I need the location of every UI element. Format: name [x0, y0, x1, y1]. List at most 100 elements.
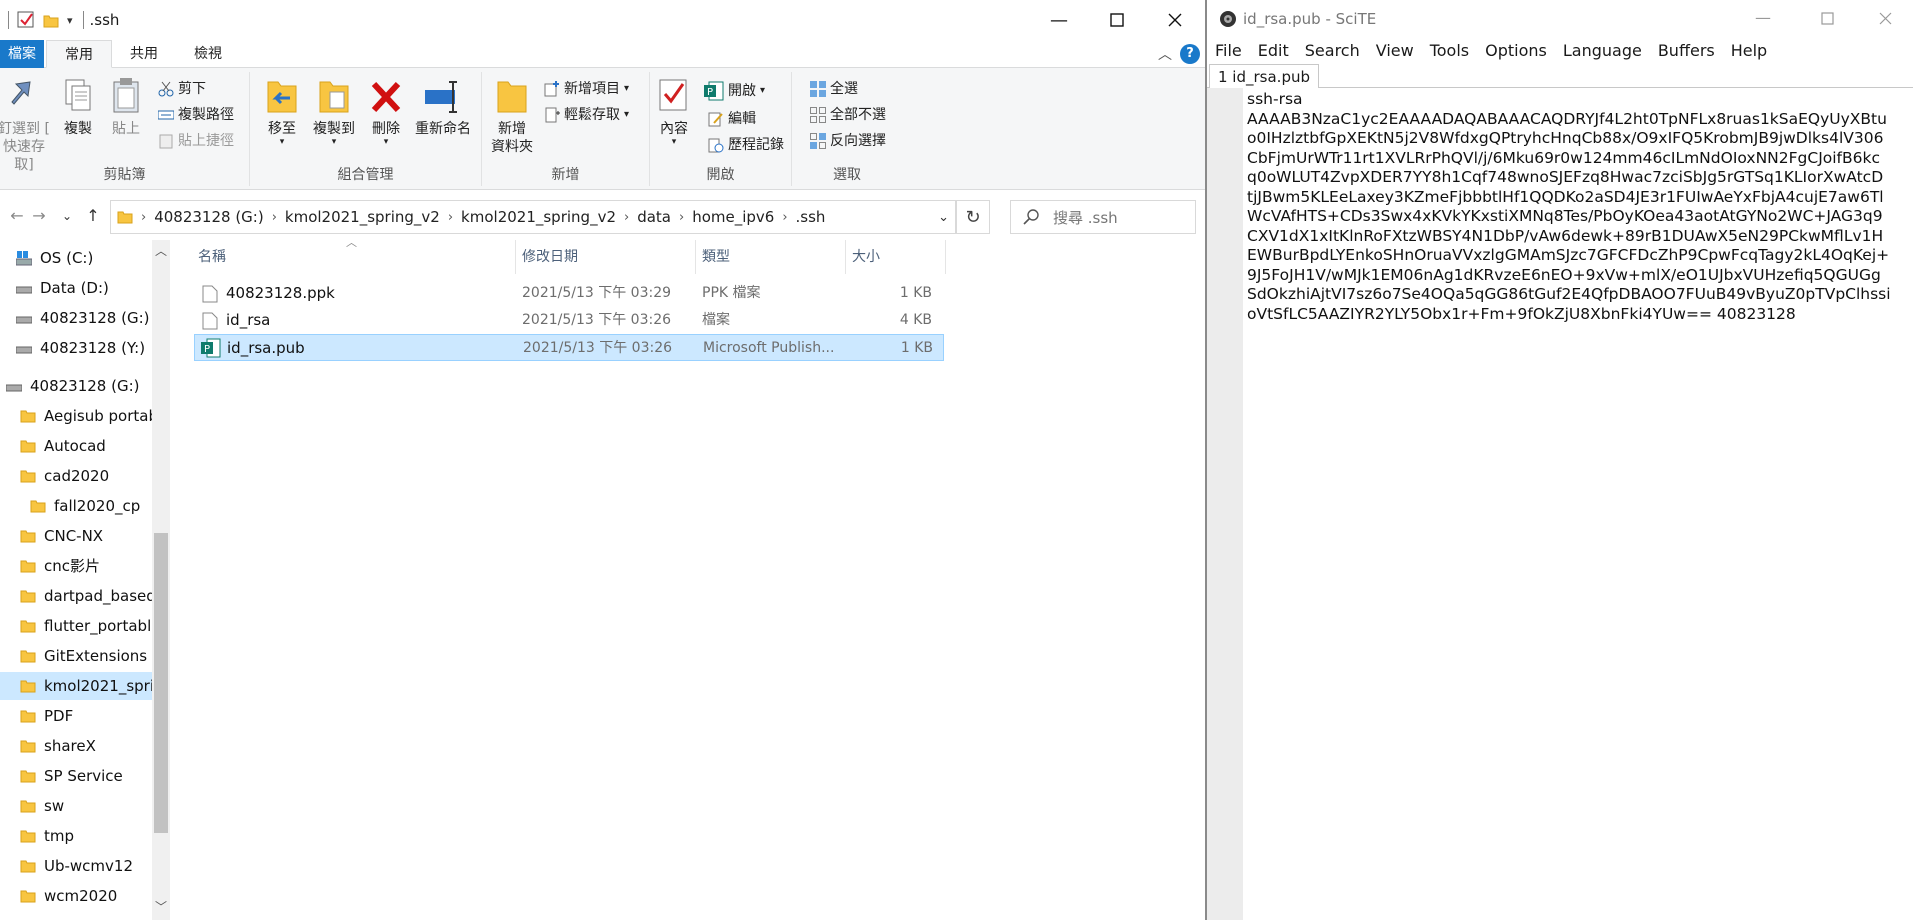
nav-item-folder[interactable]: cad2020 — [0, 462, 152, 490]
nav-item-folder[interactable]: wcm2020 — [0, 882, 152, 910]
properties-check-icon[interactable] — [17, 11, 35, 29]
menu-tools[interactable]: Tools — [1422, 41, 1477, 60]
select-all-button[interactable]: 全選 — [810, 78, 858, 100]
column-header-type[interactable]: 類型 — [696, 240, 846, 274]
tab-file[interactable]: 檔案 — [0, 40, 44, 68]
menu-file[interactable]: File — [1207, 41, 1250, 60]
menu-edit[interactable]: Edit — [1250, 41, 1297, 60]
column-header-name[interactable]: 名稱 — [192, 240, 516, 274]
file-row[interactable]: 40823128.ppk 2021/5/13 下午 03:29 PPK 檔案 1… — [194, 280, 944, 307]
menu-buffers[interactable]: Buffers — [1650, 41, 1723, 60]
nav-item-folder[interactable]: dartpad_based — [0, 582, 152, 610]
nav-item-folder[interactable]: Autocad — [0, 432, 152, 460]
tab-view[interactable]: 檢視 — [176, 40, 240, 68]
delete-button[interactable]: 刪除 ▾ — [366, 76, 406, 147]
properties-button[interactable]: 內容 ▾ — [654, 76, 694, 147]
forward-button[interactable]: → — [28, 204, 50, 228]
scroll-up-icon[interactable]: ︿ — [152, 242, 170, 260]
help-icon[interactable]: ? — [1180, 44, 1200, 64]
new-folder-button[interactable]: 新增 資料夾 — [488, 76, 536, 156]
select-none-button[interactable]: 全部不選 — [810, 104, 886, 126]
quick-access-dropdown-icon[interactable]: ▾ — [67, 14, 73, 27]
new-item-button[interactable]: 新增項目 ▾ — [544, 78, 629, 100]
folder-icon — [20, 888, 36, 904]
search-input[interactable]: 搜尋 .ssh — [1010, 200, 1196, 234]
recent-locations-button[interactable]: ⌄ — [56, 204, 78, 228]
menu-language[interactable]: Language — [1555, 41, 1650, 60]
buffer-tab-id-rsa-pub[interactable]: 1 id_rsa.pub — [1209, 64, 1319, 88]
file-row-selected[interactable]: P id_rsa.pub 2021/5/13 下午 03:26 Microsof… — [194, 334, 944, 361]
minimize-button[interactable]: — — [1030, 4, 1088, 36]
move-to-label: 移至 — [268, 121, 296, 137]
nav-item-folder[interactable]: flutter_portable_ — [0, 612, 152, 640]
menu-view[interactable]: View — [1368, 41, 1422, 60]
nav-item-folder[interactable]: tmp — [0, 822, 152, 850]
breadcrumb-kmol-2[interactable]: kmol2021_spring_v2 — [455, 208, 622, 226]
nav-item-g-drive-root[interactable]: 40823128 (G:) — [0, 372, 152, 400]
refresh-button[interactable]: ↻ — [956, 200, 990, 234]
easy-access-button[interactable]: 輕鬆存取 ▾ — [544, 104, 629, 126]
nav-item-y-drive[interactable]: 40823128 (Y:) — [0, 334, 152, 362]
tab-share[interactable]: 共用 — [112, 40, 176, 68]
nav-item-folder[interactable]: GitExtensions — [0, 642, 152, 670]
edit-button[interactable]: 編輯 — [708, 108, 756, 130]
copy-path-button[interactable]: 複製路徑 — [158, 104, 234, 126]
close-button[interactable] — [1146, 4, 1204, 36]
nav-item-folder[interactable]: PDF — [0, 702, 152, 730]
cut-button[interactable]: 剪下 — [158, 78, 206, 100]
column-header-modified[interactable]: 修改日期 — [516, 240, 696, 274]
breadcrumb-home-ipv6[interactable]: home_ipv6 — [686, 208, 780, 226]
scite-minimize-button[interactable]: — — [1755, 8, 1771, 27]
collapse-ribbon-icon[interactable]: ︿ — [1158, 44, 1172, 64]
nav-item-folder[interactable]: SP Service — [0, 762, 152, 790]
maximize-button[interactable] — [1088, 4, 1146, 36]
breadcrumb-kmol-1[interactable]: kmol2021_spring_v2 — [279, 208, 446, 226]
copy-button[interactable]: 複製 — [58, 76, 98, 138]
scrollbar-thumb[interactable] — [154, 533, 168, 833]
tab-home[interactable]: 常用 — [46, 40, 112, 68]
navigation-pane-scrollbar[interactable]: ︿ ﹀ — [152, 240, 170, 920]
scroll-down-icon[interactable]: ﹀ — [152, 898, 170, 916]
address-dropdown-icon[interactable]: ⌄ — [938, 210, 949, 225]
menu-search[interactable]: Search — [1297, 41, 1368, 60]
invert-selection-button[interactable]: 反向選擇 — [810, 130, 886, 152]
nav-item-os-c[interactable]: OS (C:) — [0, 244, 152, 272]
column-header-size[interactable]: 大小 — [846, 240, 946, 274]
nav-item-folder-selected[interactable]: kmol2021_sprir — [0, 672, 152, 700]
nav-item-folder[interactable]: fall2020_cp — [0, 492, 152, 520]
history-button[interactable]: 歷程記錄 — [708, 134, 784, 156]
breadcrumb-data[interactable]: data — [631, 208, 677, 226]
nav-item-folder[interactable]: cnc影片 — [0, 552, 152, 580]
up-button[interactable]: ↑ — [82, 204, 104, 228]
organize-group: 移至 ▾ 複製到 ▾ 刪除 ▾ 重新命名 組合管理 — [250, 72, 482, 186]
breadcrumb-drive[interactable]: 40823128 (G:) — [148, 208, 270, 226]
file-row[interactable]: id_rsa 2021/5/13 下午 03:26 檔案 4 KB — [194, 307, 944, 334]
copy-to-button[interactable]: 複製到 ▾ — [306, 76, 362, 147]
move-to-button[interactable]: 移至 ▾ — [262, 76, 302, 147]
pin-quick-access-button[interactable]: 釘選到 [ 快速存取] — [0, 76, 52, 174]
editor-line: tjJBwm5KLEeLaxey3KZmeFjbbbtlHf1QQDKo2aSD… — [1247, 187, 1884, 206]
editor-text-area[interactable]: ssh-rsa AAAAB3NzaC1yc2EAAAADAQABAAACAQDR… — [1247, 90, 1911, 324]
nav-item-folder[interactable]: shareX — [0, 732, 152, 760]
open-button[interactable]: P 開啟 ▾ — [704, 80, 765, 102]
menu-options[interactable]: Options — [1477, 41, 1555, 60]
paste-shortcut-button[interactable]: 貼上捷徑 — [158, 130, 234, 152]
nav-item-g-drive[interactable]: 40823128 (G:) — [0, 304, 152, 332]
nav-item-data-d[interactable]: Data (D:) — [0, 274, 152, 302]
nav-item-folder[interactable]: Aegisub portabl — [0, 402, 152, 430]
nav-item-folder[interactable]: CNC-NX — [0, 522, 152, 550]
address-bar[interactable]: › 40823128 (G:) › kmol2021_spring_v2 › k… — [110, 200, 956, 234]
nav-item-folder[interactable]: sw — [0, 792, 152, 820]
scite-maximize-button[interactable] — [1821, 12, 1834, 25]
breadcrumb-ssh[interactable]: .ssh — [790, 208, 832, 226]
nav-item-folder[interactable]: Ub-wcmv12 — [0, 852, 152, 880]
new-folder-quick-icon[interactable] — [43, 12, 59, 28]
scite-menubar: File Edit Search View Tools Options Lang… — [1207, 36, 1913, 64]
back-button[interactable]: ← — [6, 204, 28, 228]
organize-group-label: 組合管理 — [337, 167, 394, 183]
menu-help[interactable]: Help — [1723, 41, 1775, 60]
scite-close-button[interactable] — [1879, 12, 1892, 25]
rename-button[interactable]: 重新命名 — [410, 76, 476, 138]
paste-button[interactable]: 貼上 — [106, 76, 146, 138]
copy-icon — [60, 76, 96, 116]
